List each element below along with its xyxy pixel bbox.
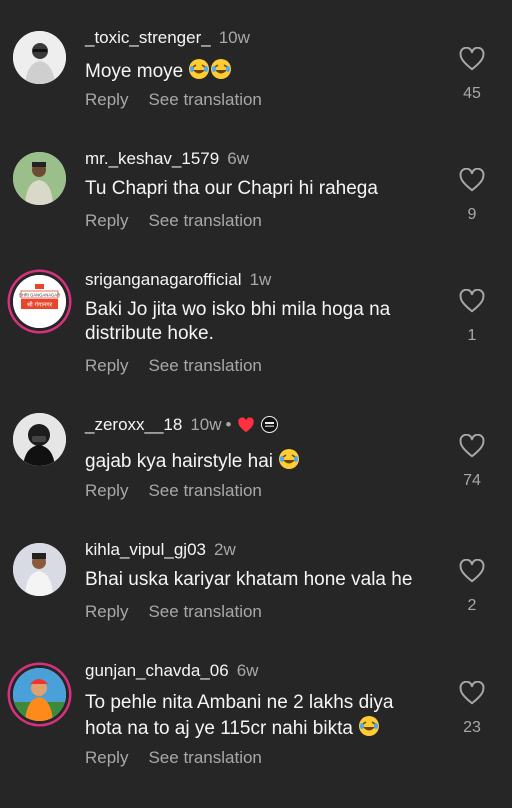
- see-translation-button[interactable]: See translation: [148, 211, 261, 230]
- username[interactable]: _zeroxx__18: [85, 415, 182, 434]
- like-count: 45: [463, 85, 481, 102]
- username[interactable]: mr._keshav_1579: [85, 149, 219, 168]
- see-translation-button[interactable]: See translation: [148, 748, 261, 767]
- avatar-brand-text: SHRI GANGANAGAR: [19, 293, 60, 298]
- timestamp: 1w: [249, 270, 272, 289]
- timestamp: 6w: [227, 149, 249, 168]
- comment-actions: Reply See translation: [85, 356, 262, 376]
- heart-outline-icon[interactable]: [459, 681, 485, 705]
- comment-meta: kihla_vipul_gj03 2w: [85, 540, 236, 560]
- username[interactable]: kihla_vipul_gj03: [85, 540, 206, 559]
- like-count: 9: [467, 206, 477, 223]
- creator-avatar-icon: [261, 416, 279, 438]
- reply-button[interactable]: Reply: [85, 748, 128, 767]
- comment-text: To pehle nita Ambani ne 2 lakhs diya hot…: [85, 691, 430, 744]
- creator-heart-icon: [237, 417, 255, 438]
- like-button[interactable]: 1: [455, 289, 489, 345]
- like-count: 74: [463, 472, 481, 489]
- reply-button[interactable]: Reply: [85, 211, 128, 230]
- timestamp: 10w: [190, 415, 222, 434]
- comment-meta: _toxic_strenger_ 10w: [85, 28, 250, 48]
- comment-text: Baki Jo jita wo isko bhi mila hoga na di…: [85, 298, 430, 346]
- laughing-emoji-icon: [188, 58, 210, 87]
- avatar[interactable]: SHRI GANGANAGAR श्री गंगानगर: [13, 275, 66, 328]
- reply-button[interactable]: Reply: [85, 481, 128, 500]
- laughing-emoji-icon: [278, 448, 300, 477]
- timestamp: 6w: [236, 661, 259, 680]
- comment-actions: Reply See translation: [85, 748, 262, 768]
- laughing-emoji-icon: [358, 715, 380, 744]
- comment-text: Bhai uska kariyar khatam hone vala he: [85, 568, 447, 592]
- like-count: 23: [463, 719, 481, 736]
- comment-text: gajab kya hairstyle hai: [85, 448, 445, 477]
- comment-meta: sriganganagarofficial 1w: [85, 270, 271, 290]
- comment-text: Tu Chapri tha our Chapri hi rahega: [85, 177, 445, 201]
- username[interactable]: sriganganagarofficial: [85, 270, 242, 289]
- see-translation-button[interactable]: See translation: [148, 90, 261, 109]
- avatar[interactable]: [13, 543, 66, 596]
- comment-meta: _zeroxx__18 10w •: [85, 415, 279, 438]
- reply-button[interactable]: Reply: [85, 90, 128, 109]
- comment-body: Baki Jo jita wo isko bhi mila hoga na di…: [85, 299, 391, 344]
- heart-outline-icon[interactable]: [459, 559, 485, 583]
- comment-actions: Reply See translation: [85, 90, 262, 110]
- heart-outline-icon[interactable]: [459, 289, 485, 313]
- like-count: 2: [467, 597, 477, 614]
- comment-actions: Reply See translation: [85, 481, 262, 501]
- heart-outline-icon[interactable]: [459, 168, 485, 192]
- like-button[interactable]: 74: [455, 434, 489, 490]
- username[interactable]: gunjan_chavda_06: [85, 661, 229, 680]
- avatar-brand-text-hindi: श्री गंगानगर: [27, 301, 53, 309]
- avatar[interactable]: [13, 31, 66, 84]
- like-button[interactable]: 23: [455, 681, 489, 737]
- laughing-emoji-icon: [210, 58, 232, 87]
- comment-body: gajab kya hairstyle hai: [85, 451, 273, 472]
- timestamp: 2w: [213, 540, 236, 559]
- like-button[interactable]: 45: [455, 47, 489, 103]
- heart-outline-icon[interactable]: [459, 434, 485, 458]
- separator-dot: •: [225, 415, 232, 434]
- see-translation-button[interactable]: See translation: [148, 356, 261, 375]
- comment-actions: Reply See translation: [85, 211, 262, 231]
- timestamp: 10w: [218, 28, 250, 47]
- comment-body: Bhai uska kariyar khatam hone vala he: [85, 569, 413, 590]
- see-translation-button[interactable]: See translation: [148, 602, 261, 621]
- reply-button[interactable]: Reply: [85, 356, 128, 375]
- like-button[interactable]: 9: [455, 168, 489, 224]
- comment-body: Tu Chapri tha our Chapri hi rahega: [85, 178, 378, 199]
- comment-meta: mr._keshav_1579 6w: [85, 149, 249, 169]
- see-translation-button[interactable]: See translation: [148, 481, 261, 500]
- comment-meta: gunjan_chavda_06 6w: [85, 661, 258, 681]
- avatar[interactable]: [13, 668, 66, 721]
- avatar[interactable]: [13, 152, 66, 205]
- like-count: 1: [467, 327, 477, 344]
- username[interactable]: _toxic_strenger_: [85, 28, 211, 47]
- heart-outline-icon[interactable]: [459, 47, 485, 71]
- comment-body: Moye moye: [85, 61, 184, 82]
- comment-actions: Reply See translation: [85, 602, 262, 622]
- reply-button[interactable]: Reply: [85, 602, 128, 621]
- avatar[interactable]: [13, 413, 66, 466]
- like-button[interactable]: 2: [455, 559, 489, 615]
- comment-text: Moye moye: [85, 58, 445, 87]
- comment-body: To pehle nita Ambani ne 2 lakhs diya hot…: [85, 692, 394, 739]
